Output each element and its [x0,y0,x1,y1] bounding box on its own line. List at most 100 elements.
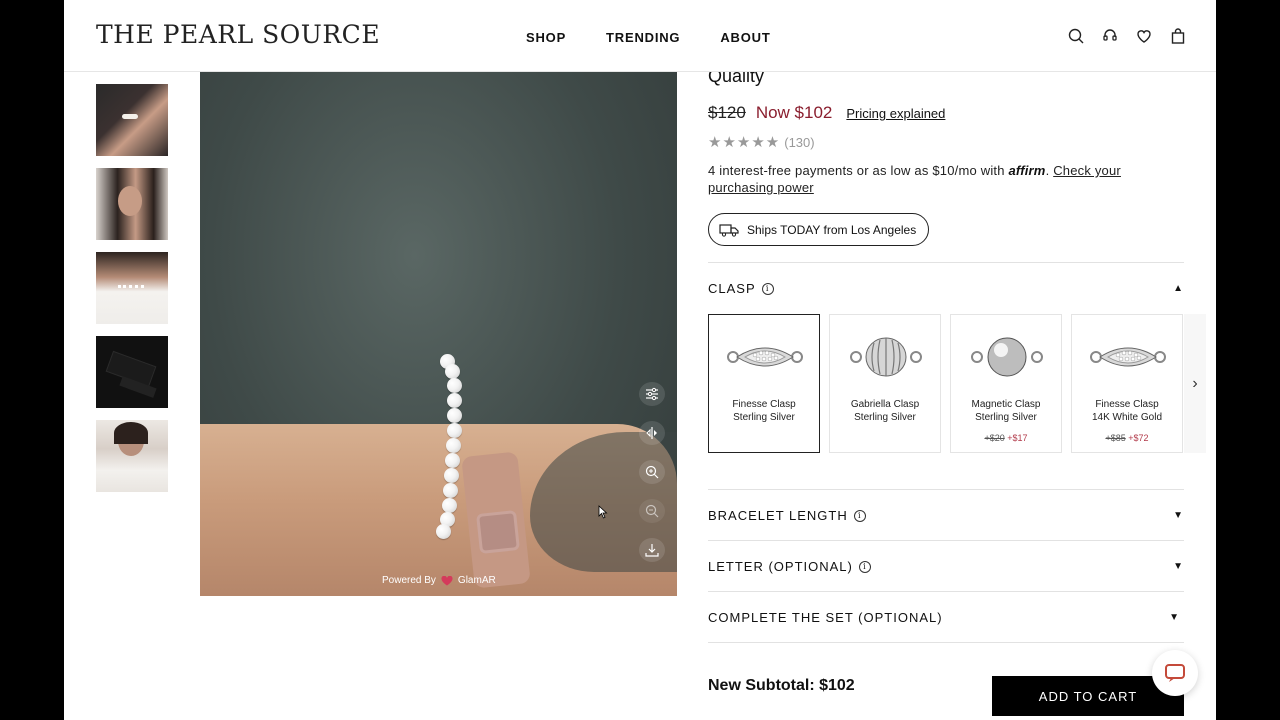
expand-arrow-icon[interactable]: ▼ [1173,510,1184,521]
pearl [442,498,457,513]
letter-label: LETTER (OPTIONAL) [708,559,853,574]
clasp-price: +$20 +$17 [951,433,1061,443]
pearl [444,468,459,483]
clasp-name: Gabriella Clasp Sterling Silver [830,398,940,424]
bag-icon[interactable] [1170,28,1186,44]
clasp-section-header[interactable]: CLASP i ▲ [708,281,1184,296]
thumb-model-white-shirt[interactable] [96,252,168,324]
info-icon[interactable]: i [761,282,774,295]
clasp-name-line1: Finesse Clasp [1095,399,1159,410]
clasp-option[interactable]: Finesse Clasp 14K White Gold +$85 +$72 [1071,314,1183,453]
pearl [445,364,460,379]
nav-shop[interactable]: SHOP [526,30,566,45]
review-count: (130) [784,134,815,150]
glamar-logo-icon [441,575,453,586]
support-icon[interactable] [1102,28,1118,44]
clasp-image [965,335,1049,379]
divider [708,540,1184,541]
rating[interactable]: ★★★★★ (130) [708,133,815,151]
clasp-name-line2: Sterling Silver [975,412,1037,423]
collapse-arrow-icon[interactable]: ▲ [1173,283,1184,294]
clasp-option[interactable]: Magnetic Clasp Sterling Silver +$20 +$17 [950,314,1062,453]
shipping-text: Ships TODAY from Los Angeles [747,222,917,237]
clasp-options: Finesse Clasp Sterling Silver Gabriella Cl… [708,314,1208,454]
clasp-name-line2: Sterling Silver [733,412,795,423]
pearl-bracelet-image [432,354,462,544]
expand-arrow-icon[interactable]: ▼ [1169,612,1180,623]
complete-set-label: COMPLETE THE SET (OPTIONAL) [708,610,943,625]
complete-set-header[interactable]: COMPLETE THE SET (OPTIONAL) ▼ [708,610,1184,625]
pearl [447,423,462,438]
clasp-label: CLASP [708,281,756,296]
clasp-name: Magnetic Clasp Sterling Silver [951,398,1061,424]
heart-icon[interactable] [1136,28,1152,44]
watch-face-image [476,510,520,554]
thumb-hand-bracelet[interactable] [96,84,168,156]
chat-icon[interactable] [1152,650,1198,696]
divider [708,642,1184,643]
download-icon[interactable] [639,538,665,562]
info-icon[interactable]: i [858,560,871,573]
old-price: $120 [708,103,746,122]
pearl [447,378,462,393]
product-page: THE PEARL SOURCE SHOP TRENDING ABOUT Pow… [64,0,1216,720]
divider [708,591,1184,592]
header-icons [1068,28,1186,44]
pearl [436,524,451,539]
bracelet-length-header[interactable]: BRACELET LENGTH i ▼ [708,508,1184,523]
shipping-badge: Ships TODAY from Los Angeles [708,213,930,246]
thumb-gift-box[interactable] [96,336,168,408]
site-logo[interactable]: THE PEARL SOURCE [96,20,380,49]
new-subtotal: New Subtotal: $102 [708,677,855,694]
clasp-old-price: +$20 [984,433,1005,443]
expand-arrow-icon[interactable]: ▼ [1173,561,1184,572]
clasp-image [1086,335,1170,379]
virtual-try-on-viewer[interactable]: Powered By GlamAR [200,72,677,596]
affirm-financing: 4 interest-free payments or as low as $1… [708,163,1121,195]
clasp-old-price: +$85 [1105,433,1126,443]
clasp-sale-price: +$17 [1007,433,1028,443]
powered-by: Powered By GlamAR [382,575,496,586]
pricing-explained-link[interactable]: Pricing explained [846,106,945,121]
powered-by-brand: GlamAR [457,575,496,586]
search-icon[interactable] [1068,28,1084,44]
star-rating-icon: ★★★★★ [708,134,781,151]
thumb-model-portrait[interactable] [96,420,168,492]
nav-trending[interactable]: TRENDING [606,30,680,45]
pearl [445,453,460,468]
mouse-cursor-icon [598,505,608,519]
clasp-name-line1: Magnetic Clasp [971,399,1041,410]
divider [708,489,1184,490]
clasp-sale-price: +$72 [1128,433,1149,443]
truck-icon [719,223,739,237]
powered-by-label: Powered By [382,575,436,586]
clasp-option[interactable]: Finesse Clasp Sterling Silver [708,314,820,453]
clasp-name-line2: 14K White Gold [1091,412,1163,423]
thumb-model-face[interactable] [96,168,168,240]
clasp-image [844,335,928,379]
pearl [447,393,462,408]
letter-header[interactable]: LETTER (OPTIONAL) i ▼ [708,559,1184,574]
sale-price: Now $102 [755,103,833,122]
zoom-in-icon[interactable] [639,460,665,484]
nav-about[interactable]: ABOUT [720,30,770,45]
bracelet-length-label: BRACELET LENGTH [708,508,848,523]
clasp-name: Finesse Clasp Sterling Silver [709,398,819,424]
pearl [443,483,458,498]
info-icon[interactable]: i [853,509,866,522]
clasp-name-line2: Sterling Silver [854,412,916,423]
thumbnail-list [96,84,168,504]
price-row: $120 Now $102 Pricing explained [708,103,945,123]
clasp-name-line1: Gabriella Clasp [850,399,920,410]
clasp-name: Finesse Clasp 14K White Gold [1072,398,1182,424]
pearl [446,438,461,453]
affirm-text: 4 interest-free payments or as low as $1… [708,163,1005,178]
chevron-right-icon[interactable]: › [1184,314,1206,453]
adjust-icon[interactable] [639,382,665,406]
site-header: THE PEARL SOURCE SHOP TRENDING ABOUT [64,0,1216,72]
affirm-logo: affirm [1008,163,1046,178]
clasp-option[interactable]: Gabriella Clasp Sterling Silver [829,314,941,453]
divider [708,262,1184,263]
compare-icon[interactable] [639,421,665,445]
zoom-out-icon[interactable] [639,499,665,523]
